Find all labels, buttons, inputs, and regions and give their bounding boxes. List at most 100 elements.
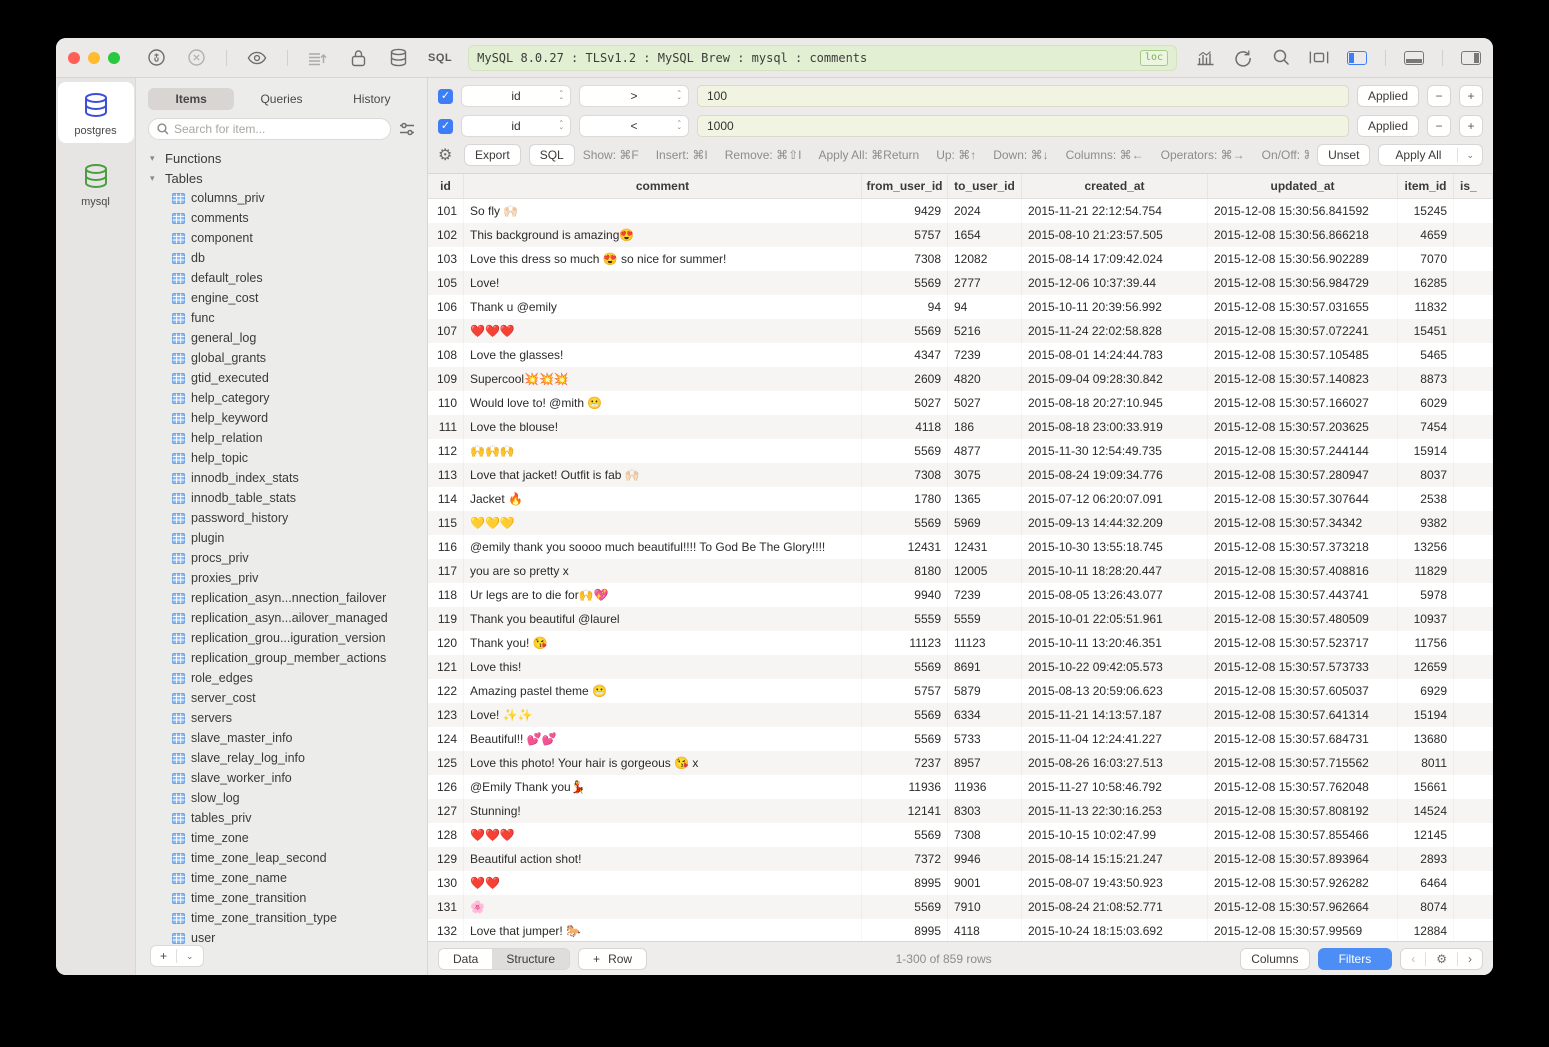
column-header-from-user-id[interactable]: from_user_id bbox=[862, 174, 948, 198]
filter-sliders-icon[interactable] bbox=[399, 122, 415, 136]
table-row[interactable]: 120 Thank you! 😘 11123 11123 2015-10-11 … bbox=[428, 631, 1493, 655]
table-tree-item[interactable]: gtid_executed bbox=[150, 368, 427, 388]
table-tree-item[interactable]: general_log bbox=[150, 328, 427, 348]
table-tree-item[interactable]: help_category bbox=[150, 388, 427, 408]
table-tree-item[interactable]: proxies_priv bbox=[150, 568, 427, 588]
add-filter-button[interactable]: + bbox=[1459, 115, 1483, 137]
table-row[interactable]: 126 @Emily Thank you💃 11936 11936 2015-1… bbox=[428, 775, 1493, 799]
column-header-item-id[interactable]: item_id bbox=[1398, 174, 1454, 198]
unset-button[interactable]: Unset bbox=[1317, 144, 1370, 166]
table-tree-item[interactable]: slave_worker_info bbox=[150, 768, 427, 788]
column-header-is[interactable]: is_ bbox=[1454, 174, 1493, 198]
table-row[interactable]: 101 So fly 🙌🏻 9429 2024 2015-11-21 22:12… bbox=[428, 199, 1493, 223]
toggle-left-sidebar-icon[interactable] bbox=[1347, 51, 1367, 65]
remove-filter-button[interactable]: − bbox=[1427, 115, 1451, 137]
table-tree-item[interactable]: role_edges bbox=[150, 668, 427, 688]
filter-column-select[interactable]: id ⌃⌄ bbox=[461, 115, 571, 137]
table-row[interactable]: 106 Thank u @emily 94 94 2015-10-11 20:3… bbox=[428, 295, 1493, 319]
filter-value-input[interactable]: 1000 bbox=[697, 115, 1349, 137]
table-tree-item[interactable]: help_keyword bbox=[150, 408, 427, 428]
chevron-down-icon[interactable]: ⌄ bbox=[177, 951, 203, 962]
table-tree-item[interactable]: replication_group_member_actions bbox=[150, 648, 427, 668]
close-window-button[interactable] bbox=[68, 52, 80, 64]
plus-icon[interactable]: + bbox=[151, 949, 176, 963]
table-row[interactable]: 103 Love this dress so much 😍 so nice fo… bbox=[428, 247, 1493, 271]
tree-section-functions[interactable]: ▾ Functions bbox=[150, 148, 427, 168]
remove-filter-button[interactable]: − bbox=[1427, 85, 1451, 107]
toggle-right-panel-icon[interactable] bbox=[1461, 51, 1481, 65]
add-item-button[interactable]: + ⌄ bbox=[150, 945, 204, 967]
table-tree-item[interactable]: time_zone_leap_second bbox=[150, 848, 427, 868]
refresh-icon[interactable] bbox=[1233, 48, 1253, 68]
table-tree-item[interactable]: time_zone_name bbox=[150, 868, 427, 888]
connection-item[interactable]: postgres bbox=[58, 82, 134, 143]
apply-all-button[interactable]: Apply All ⌄ bbox=[1378, 144, 1483, 166]
prev-page-icon[interactable]: ‹ bbox=[1401, 952, 1425, 966]
table-tree-item[interactable]: help_topic bbox=[150, 448, 427, 468]
filter-checkbox[interactable]: ✓ bbox=[438, 119, 453, 134]
table-row[interactable]: 124 Beautiful!! 💕💕 5569 5733 2015-11-04 … bbox=[428, 727, 1493, 751]
table-row[interactable]: 132 Love that jumper! 🐎 8995 4118 2015-1… bbox=[428, 919, 1493, 941]
filter-value-input[interactable]: 100 bbox=[697, 85, 1349, 107]
gear-icon[interactable]: ⚙ bbox=[438, 145, 456, 165]
search-box[interactable] bbox=[148, 118, 391, 140]
lock-icon[interactable] bbox=[348, 48, 368, 68]
applied-button[interactable]: Applied bbox=[1357, 85, 1419, 107]
table-row[interactable]: 117 you are so pretty x 8180 12005 2015-… bbox=[428, 559, 1493, 583]
table-tree-item[interactable]: slow_log bbox=[150, 788, 427, 808]
table-row[interactable]: 113 Love that jacket! Outfit is fab 🙌🏻 7… bbox=[428, 463, 1493, 487]
table-tree-item[interactable]: innodb_index_stats bbox=[150, 468, 427, 488]
table-row[interactable]: 108 Love the glasses! 4347 7239 2015-08-… bbox=[428, 343, 1493, 367]
table-tree-item[interactable]: help_relation bbox=[150, 428, 427, 448]
table-tree-item[interactable]: time_zone bbox=[150, 828, 427, 848]
column-header-comment[interactable]: comment bbox=[464, 174, 862, 198]
gear-icon[interactable]: ⚙ bbox=[1426, 952, 1457, 966]
table-row[interactable]: 105 Love! 5569 2777 2015-12-06 10:37:39.… bbox=[428, 271, 1493, 295]
filter-operator-select[interactable]: > ⌃⌄ bbox=[579, 85, 689, 107]
sql-editor-icon[interactable]: SQL bbox=[428, 52, 452, 64]
tree-section-tables[interactable]: ▾ Tables bbox=[150, 168, 427, 188]
table-row[interactable]: 115 💛💛💛 5569 5969 2015-09-13 14:44:32.20… bbox=[428, 511, 1493, 535]
table-row[interactable]: 114 Jacket 🔥 1780 1365 2015-07-12 06:20:… bbox=[428, 487, 1493, 511]
table-tree-item[interactable]: replication_asyn...nnection_failover bbox=[150, 588, 427, 608]
table-row[interactable]: 127 Stunning! 12141 8303 2015-11-13 22:3… bbox=[428, 799, 1493, 823]
table-tree-item[interactable]: innodb_table_stats bbox=[150, 488, 427, 508]
table-tree-item[interactable]: password_history bbox=[150, 508, 427, 528]
table-tree-item[interactable]: server_cost bbox=[150, 688, 427, 708]
tab-queries[interactable]: Queries bbox=[238, 88, 324, 110]
tab-items[interactable]: Items bbox=[148, 88, 234, 110]
table-row[interactable]: 128 ❤️❤️❤️ 5569 7308 2015-10-15 10:02:47… bbox=[428, 823, 1493, 847]
table-tree-item[interactable]: slave_relay_log_info bbox=[150, 748, 427, 768]
table-row[interactable]: 123 Love! ✨✨ 5569 6334 2015-11-21 14:13:… bbox=[428, 703, 1493, 727]
column-header-updated-at[interactable]: updated_at bbox=[1208, 174, 1398, 198]
applied-button[interactable]: Applied bbox=[1357, 115, 1419, 137]
table-row[interactable]: 129 Beautiful action shot! 7372 9946 201… bbox=[428, 847, 1493, 871]
structure-tab[interactable]: Structure bbox=[492, 949, 569, 969]
table-tree-item[interactable]: default_roles bbox=[150, 268, 427, 288]
chart-icon[interactable] bbox=[1195, 48, 1215, 68]
disconnect-icon[interactable] bbox=[186, 48, 206, 68]
queue-list-icon[interactable] bbox=[308, 48, 328, 68]
table-tree-item[interactable]: procs_priv bbox=[150, 548, 427, 568]
search-icon[interactable] bbox=[1271, 48, 1291, 68]
preview-eye-icon[interactable] bbox=[247, 48, 267, 68]
table-row[interactable]: 131 🌸 5569 7910 2015-08-24 21:08:52.771 … bbox=[428, 895, 1493, 919]
column-header-id[interactable]: id bbox=[428, 174, 464, 198]
filter-checkbox[interactable]: ✓ bbox=[438, 89, 453, 104]
connect-icon[interactable] bbox=[146, 48, 166, 68]
filter-column-select[interactable]: id ⌃⌄ bbox=[461, 85, 571, 107]
export-button[interactable]: Export bbox=[464, 144, 521, 166]
table-tree-item[interactable]: global_grants bbox=[150, 348, 427, 368]
minimize-window-button[interactable] bbox=[88, 52, 100, 64]
next-page-icon[interactable]: › bbox=[1458, 952, 1482, 966]
column-header-to-user-id[interactable]: to_user_id bbox=[948, 174, 1022, 198]
data-tab[interactable]: Data bbox=[439, 949, 492, 969]
connection-item[interactable]: mysql bbox=[58, 153, 134, 214]
tab-history[interactable]: History bbox=[329, 88, 415, 110]
table-tree-item[interactable]: plugin bbox=[150, 528, 427, 548]
table-row[interactable]: 110 Would love to! @mith 😬 5027 5027 201… bbox=[428, 391, 1493, 415]
filter-operator-select[interactable]: < ⌃⌄ bbox=[579, 115, 689, 137]
table-tree-item[interactable]: func bbox=[150, 308, 427, 328]
table-tree-item[interactable]: columns_priv bbox=[150, 188, 427, 208]
table-tree-item[interactable]: servers bbox=[150, 708, 427, 728]
